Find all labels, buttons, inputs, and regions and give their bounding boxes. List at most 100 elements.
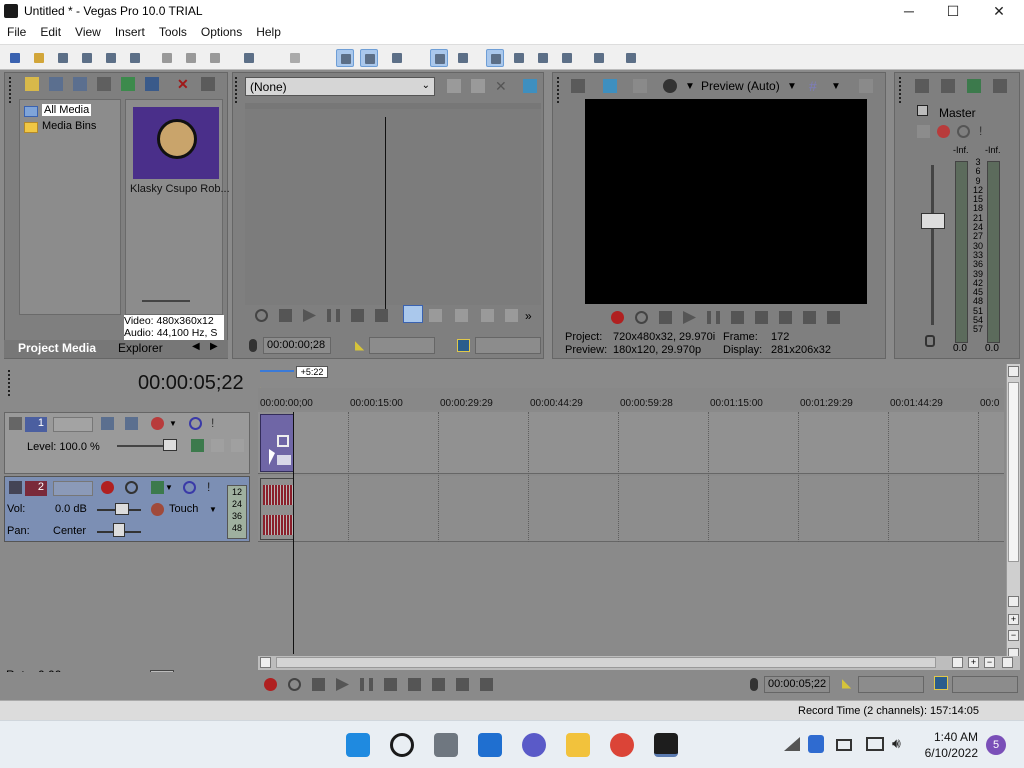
envelope-edit-tool-icon[interactable] bbox=[510, 49, 528, 67]
volume-icon[interactable]: 🔊︎ bbox=[892, 735, 901, 752]
panel-grip[interactable] bbox=[899, 77, 902, 103]
panel-grip[interactable] bbox=[235, 77, 238, 103]
loop-playback-icon[interactable] bbox=[288, 678, 301, 691]
mixer-properties-icon[interactable] bbox=[915, 79, 929, 93]
compositing-mode-icon[interactable] bbox=[125, 417, 138, 430]
chevron-down-icon[interactable]: ▼ bbox=[165, 483, 178, 496]
timeline-cursor[interactable] bbox=[293, 412, 294, 654]
close-button[interactable]: ✕ bbox=[976, 0, 1022, 22]
redo-icon[interactable] bbox=[286, 49, 304, 67]
record-icon[interactable] bbox=[611, 311, 624, 324]
menu-tools[interactable]: Tools bbox=[152, 22, 194, 39]
trimmer-tool-icon[interactable] bbox=[471, 79, 485, 93]
teams-chat-icon[interactable] bbox=[522, 733, 546, 757]
master-mute-icon[interactable] bbox=[957, 125, 970, 138]
go-to-start-icon[interactable] bbox=[408, 678, 421, 691]
automation-mode-icon[interactable] bbox=[151, 503, 164, 516]
chrome-icon[interactable] bbox=[610, 733, 634, 757]
tab-scroll-right-icon[interactable]: ▶ bbox=[210, 341, 218, 352]
trimmer-time-display[interactable]: 00:00:00;28 bbox=[263, 337, 331, 354]
scroll-up-icon[interactable] bbox=[1008, 366, 1019, 377]
trimmer-media-select[interactable]: (None) ⌄ bbox=[245, 77, 435, 96]
go-to-start-icon[interactable] bbox=[375, 309, 388, 322]
minimize-button[interactable]: ─ bbox=[886, 0, 932, 22]
audio-track-header[interactable]: 2 ▼ ! Vol: 0.0 dB Touch ▼ Pan: Center 12… bbox=[4, 476, 250, 542]
trimmer-close-icon[interactable]: ✕ bbox=[495, 79, 509, 93]
add-before-icon[interactable] bbox=[505, 309, 518, 322]
enable-snapping-icon[interactable] bbox=[336, 49, 354, 67]
whats-this-help-icon[interactable] bbox=[622, 49, 640, 67]
level-slider[interactable] bbox=[163, 439, 177, 451]
save-icon[interactable] bbox=[54, 49, 72, 67]
mute-icon[interactable] bbox=[189, 417, 202, 430]
previous-frame-icon[interactable] bbox=[803, 311, 816, 324]
master-fader[interactable] bbox=[921, 213, 945, 229]
selection-edit-tool-icon[interactable] bbox=[534, 49, 552, 67]
add-after-icon[interactable] bbox=[481, 309, 494, 322]
new-project-icon[interactable] bbox=[6, 49, 24, 67]
extract-audio-icon[interactable] bbox=[97, 77, 111, 91]
audio-event[interactable] bbox=[260, 478, 294, 540]
master-solo-icon[interactable]: ! bbox=[979, 125, 992, 138]
master-fx-icon[interactable] bbox=[917, 125, 930, 138]
move-up-icon[interactable] bbox=[211, 439, 224, 452]
maximize-button[interactable]: ☐ bbox=[930, 0, 976, 22]
copy-icon[interactable] bbox=[182, 49, 200, 67]
track-name-field[interactable] bbox=[53, 417, 93, 432]
timeline-horizontal-scrollbar[interactable]: + − bbox=[258, 656, 1020, 670]
scroll-left-icon[interactable] bbox=[260, 657, 271, 668]
arm-record-icon[interactable] bbox=[101, 481, 114, 494]
selection-start-field[interactable] bbox=[858, 676, 924, 693]
record-icon[interactable] bbox=[264, 678, 277, 691]
track-fx-icon[interactable] bbox=[151, 481, 164, 494]
zoom-out-horizontal-icon[interactable]: − bbox=[984, 657, 995, 668]
panel-grip[interactable] bbox=[557, 77, 560, 103]
get-media-icon[interactable] bbox=[73, 77, 87, 91]
trimmer-out-field[interactable] bbox=[475, 337, 541, 354]
video-track-lane[interactable] bbox=[258, 412, 1004, 474]
copy-snapshot-icon[interactable] bbox=[859, 79, 873, 93]
play-icon[interactable] bbox=[303, 309, 316, 322]
tab-scroll-left-icon[interactable]: ◀ bbox=[192, 341, 200, 352]
zoom-in-vertical-icon[interactable]: + bbox=[1008, 614, 1019, 625]
keyboard-icon[interactable] bbox=[836, 739, 852, 751]
track-motion-icon[interactable] bbox=[101, 417, 114, 430]
go-to-start-icon[interactable] bbox=[755, 311, 768, 324]
menu-help[interactable]: Help bbox=[249, 22, 288, 39]
hscroll-thumb[interactable] bbox=[276, 657, 936, 668]
preview-properties-icon[interactable] bbox=[571, 79, 585, 93]
network-icon[interactable] bbox=[784, 737, 800, 751]
more-icon[interactable]: » bbox=[525, 309, 538, 323]
render-as-icon[interactable] bbox=[102, 49, 120, 67]
timeline-tracks[interactable] bbox=[258, 412, 1004, 654]
loop-region-label[interactable]: +5:22 bbox=[296, 366, 328, 378]
tab-project-media[interactable]: Project Media bbox=[18, 341, 96, 355]
event-fx-icon[interactable] bbox=[277, 455, 291, 465]
play-from-start-icon[interactable] bbox=[659, 311, 672, 324]
pan-slider[interactable] bbox=[113, 523, 125, 537]
lock-icon[interactable] bbox=[925, 335, 935, 347]
stop-icon[interactable] bbox=[384, 678, 397, 691]
zoom-fit-icon[interactable] bbox=[1002, 657, 1013, 668]
media-generator-icon[interactable] bbox=[121, 77, 135, 91]
add-to-timeline-icon[interactable] bbox=[447, 79, 461, 93]
timeline-ruler[interactable]: 00:00:00;00 00:00:15:00 00:00:29:29 00:0… bbox=[258, 388, 1004, 410]
pause-icon[interactable] bbox=[327, 309, 340, 322]
external-monitor-icon[interactable] bbox=[603, 79, 617, 93]
cut-icon[interactable] bbox=[158, 49, 176, 67]
vol-slider[interactable] bbox=[115, 503, 129, 515]
notification-badge[interactable]: 5 bbox=[986, 735, 1006, 755]
solo-icon[interactable]: ! bbox=[207, 481, 220, 494]
windows-start-icon[interactable] bbox=[346, 733, 370, 757]
undo-icon[interactable] bbox=[240, 49, 258, 67]
audio-track-lane[interactable] bbox=[258, 476, 1004, 542]
zoom-out-vertical-icon[interactable]: − bbox=[1008, 630, 1019, 641]
normal-edit-tool-icon[interactable] bbox=[486, 49, 504, 67]
timeline-pin-icon[interactable] bbox=[750, 678, 758, 691]
file-explorer-icon[interactable] bbox=[566, 733, 590, 757]
previous-frame-icon[interactable] bbox=[456, 678, 469, 691]
zoom-in-horizontal-icon[interactable]: + bbox=[968, 657, 979, 668]
selection-end-icon[interactable] bbox=[934, 676, 948, 690]
scroll-thumb[interactable] bbox=[1008, 382, 1019, 562]
search-icon[interactable] bbox=[390, 733, 414, 757]
